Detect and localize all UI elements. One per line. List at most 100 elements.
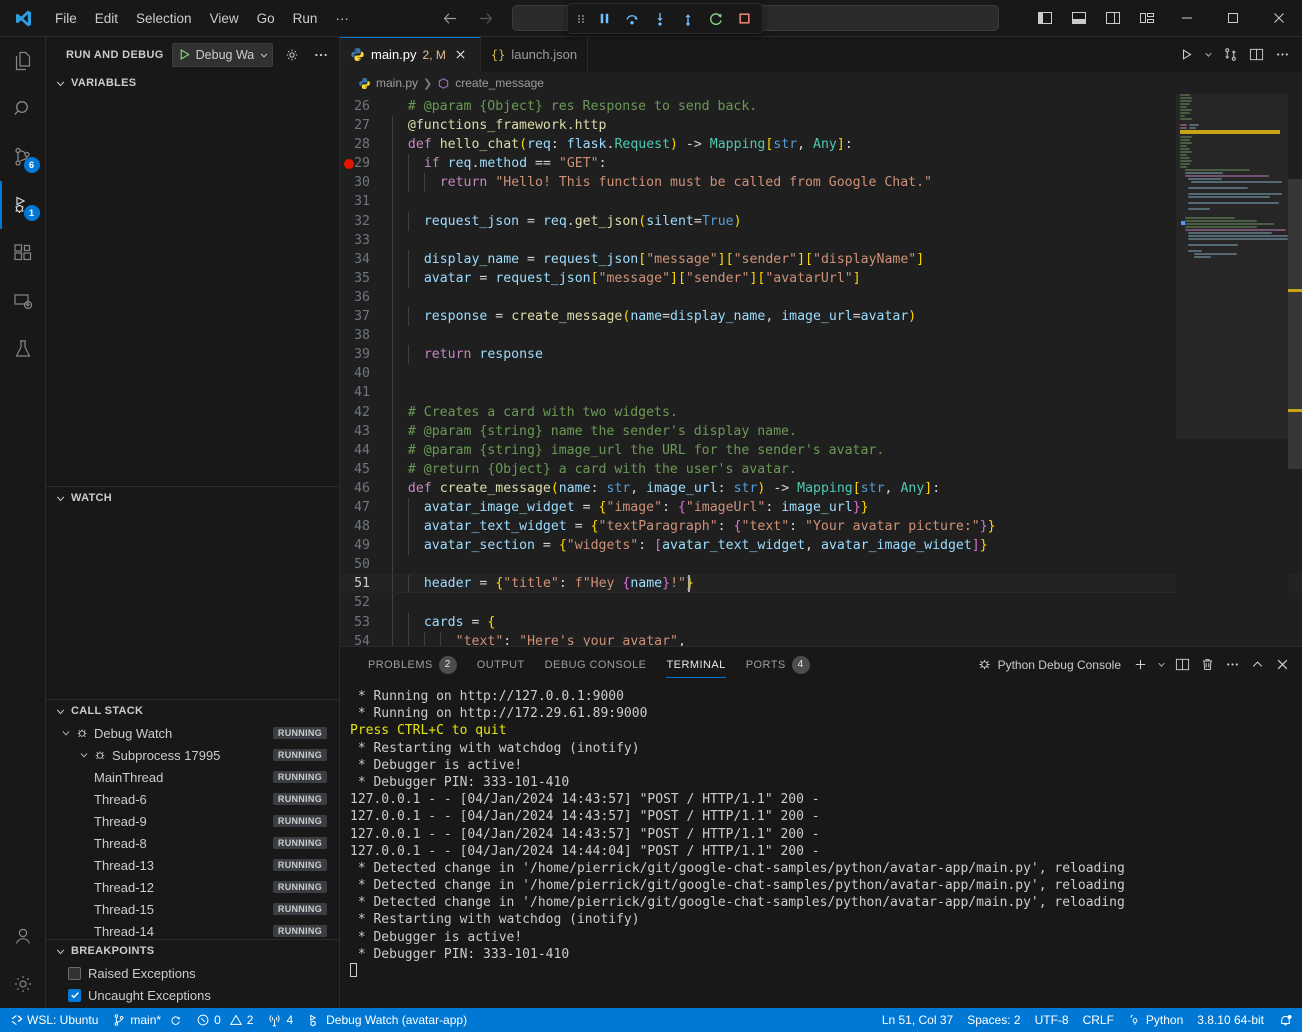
navigate-back-icon[interactable] [442, 10, 459, 27]
split-terminal-icon[interactable] [1170, 653, 1194, 677]
panel-tab-output[interactable]: OUTPUT [467, 647, 535, 682]
code-line[interactable]: 48 avatar_text_widget = {"textParagraph"… [340, 517, 1302, 536]
callstack-row[interactable]: Thread-14RUNNING [46, 920, 339, 939]
status-language-mode[interactable]: Python [1121, 1008, 1190, 1032]
chevron-down-icon[interactable] [58, 727, 74, 739]
callstack-row[interactable]: Thread-13RUNNING [46, 854, 339, 876]
code-line[interactable]: 38 [340, 326, 1302, 345]
callstack-row[interactable]: Debug WatchRUNNING [46, 722, 339, 744]
code-line[interactable]: 27 @functions_framework.http [340, 116, 1302, 135]
debug-step-out-button[interactable] [674, 6, 702, 31]
activity-source-control[interactable]: 6 [0, 133, 46, 181]
breakpoint-row[interactable]: Raised Exceptions [46, 962, 339, 984]
minimap[interactable] [1176, 94, 1288, 646]
terminal-output[interactable]: * Running on http://127.0.0.1:9000 * Run… [340, 682, 1302, 1008]
activity-explorer[interactable] [0, 37, 46, 85]
debug-step-over-button[interactable] [618, 6, 646, 31]
activity-extensions[interactable] [0, 229, 46, 277]
activity-accounts[interactable] [0, 912, 46, 960]
sidebar-more-actions-icon[interactable] [310, 44, 331, 66]
navigate-forward-icon[interactable] [477, 10, 494, 27]
callstack-body[interactable]: Debug WatchRUNNINGSubprocess 17995RUNNIN… [46, 722, 339, 939]
code-line[interactable]: 47 avatar_image_widget = {"image": {"ima… [340, 498, 1302, 517]
editor-breakpoint-icon[interactable] [344, 159, 354, 169]
toggle-secondary-sidebar-icon[interactable] [1096, 0, 1130, 37]
status-encoding[interactable]: UTF-8 [1028, 1008, 1076, 1032]
status-ports[interactable]: 4 [260, 1008, 300, 1032]
variables-body[interactable] [46, 94, 339, 486]
code-line[interactable]: 31 [340, 192, 1302, 211]
code-line[interactable]: 34 display_name = request_json["message"… [340, 250, 1302, 269]
debug-toolbar[interactable] [567, 3, 763, 34]
scrollbar-thumb[interactable] [1288, 179, 1302, 469]
code-line[interactable]: 40 [340, 364, 1302, 383]
tab-main-py[interactable]: main.py 2, M [340, 37, 481, 72]
debug-pause-button[interactable] [590, 6, 618, 31]
code-content[interactable]: 26 # @param {Object} res Response to sen… [340, 94, 1302, 646]
status-cursor-position[interactable]: Ln 51, Col 37 [875, 1008, 960, 1032]
status-notifications[interactable] [1271, 1008, 1300, 1032]
callstack-header[interactable]: CALL STACK [46, 700, 339, 722]
window-close-button[interactable] [1256, 0, 1302, 37]
callstack-row[interactable]: Thread-15RUNNING [46, 898, 339, 920]
callstack-row[interactable]: Thread-12RUNNING [46, 876, 339, 898]
code-line[interactable]: 33 [340, 231, 1302, 250]
menu-edit[interactable]: Edit [86, 7, 127, 30]
customize-layout-icon[interactable] [1130, 0, 1164, 37]
status-remote-host[interactable]: WSL: Ubuntu [2, 1008, 105, 1032]
menu-more[interactable]: ··· [326, 7, 358, 30]
code-line[interactable]: 26 # @param {Object} res Response to sen… [340, 97, 1302, 116]
watch-body[interactable] [46, 509, 339, 699]
code-line[interactable]: 52 [340, 593, 1302, 612]
status-indentation[interactable]: Spaces: 2 [960, 1008, 1027, 1032]
chevron-down-icon[interactable] [76, 749, 92, 761]
close-panel-icon[interactable] [1270, 653, 1294, 677]
panel-tab-ports[interactable]: PORTS4 [736, 647, 820, 682]
callstack-row[interactable]: Thread-6RUNNING [46, 788, 339, 810]
code-line[interactable]: 36 [340, 288, 1302, 307]
code-line[interactable]: 53 cards = { [340, 613, 1302, 632]
code-line[interactable]: 35 avatar = request_json["message"]["sen… [340, 269, 1302, 288]
breakpoints-body[interactable]: Raised ExceptionsUncaught ExceptionsUser… [46, 962, 339, 1008]
breakpoint-checkbox[interactable] [68, 967, 81, 980]
status-eol[interactable]: CRLF [1076, 1008, 1121, 1032]
activity-testing[interactable] [0, 325, 46, 373]
breadcrumb-symbol[interactable]: create_message [455, 76, 544, 90]
code-line[interactable]: 43 # @param {string} name the sender's d… [340, 422, 1302, 441]
watch-header[interactable]: WATCH [46, 487, 339, 509]
code-line[interactable]: 28 def hello_chat(req: flask.Request) ->… [340, 135, 1302, 154]
toggle-primary-sidebar-icon[interactable] [1028, 0, 1062, 37]
callstack-row[interactable]: Thread-9RUNNING [46, 810, 339, 832]
code-line[interactable]: 50 [340, 555, 1302, 574]
launch-configuration-select[interactable]: Debug Wa [172, 43, 274, 67]
editor-more-actions-icon[interactable] [1270, 43, 1294, 67]
code-line[interactable]: 30 return "Hello! This function must be … [340, 173, 1302, 192]
code-line[interactable]: 51 header = {"title": f"Hey {name}!"} [340, 574, 1302, 593]
menu-run[interactable]: Run [284, 7, 327, 30]
variables-header[interactable]: VARIABLES [46, 72, 339, 94]
debug-stop-button[interactable] [730, 6, 758, 31]
active-terminal-name[interactable]: Python Debug Console [977, 657, 1127, 672]
minimap-slider[interactable] [1176, 94, 1288, 439]
maximize-panel-icon[interactable] [1245, 653, 1269, 677]
menu-view[interactable]: View [201, 7, 248, 30]
window-minimize-button[interactable] [1164, 0, 1210, 37]
activity-remote-explorer[interactable] [0, 277, 46, 325]
code-line[interactable]: 37 response = create_message(name=displa… [340, 307, 1302, 326]
run-options-chevron-icon[interactable] [1200, 43, 1216, 67]
code-editor[interactable]: 26 # @param {Object} res Response to sen… [340, 94, 1302, 646]
breakpoint-row[interactable]: Uncaught Exceptions [46, 984, 339, 1006]
callstack-row[interactable]: Thread-8RUNNING [46, 832, 339, 854]
new-terminal-icon[interactable] [1128, 653, 1152, 677]
code-line[interactable]: 41 [340, 383, 1302, 402]
menu-file[interactable]: File [46, 7, 86, 30]
status-git-branch[interactable]: main* [105, 1008, 189, 1032]
code-line[interactable]: 44 # @param {string} image_url the URL f… [340, 441, 1302, 460]
panel-tab-problems[interactable]: PROBLEMS2 [358, 647, 467, 682]
breakpoints-header[interactable]: BREAKPOINTS [46, 940, 339, 962]
code-line[interactable]: 45 # @return {Object} a card with the us… [340, 460, 1302, 479]
breadcrumb-file[interactable]: main.py [376, 76, 418, 90]
window-maximize-button[interactable] [1210, 0, 1256, 37]
kill-terminal-icon[interactable] [1195, 653, 1219, 677]
status-debug-session[interactable]: Debug Watch (avatar-app) [300, 1008, 474, 1032]
